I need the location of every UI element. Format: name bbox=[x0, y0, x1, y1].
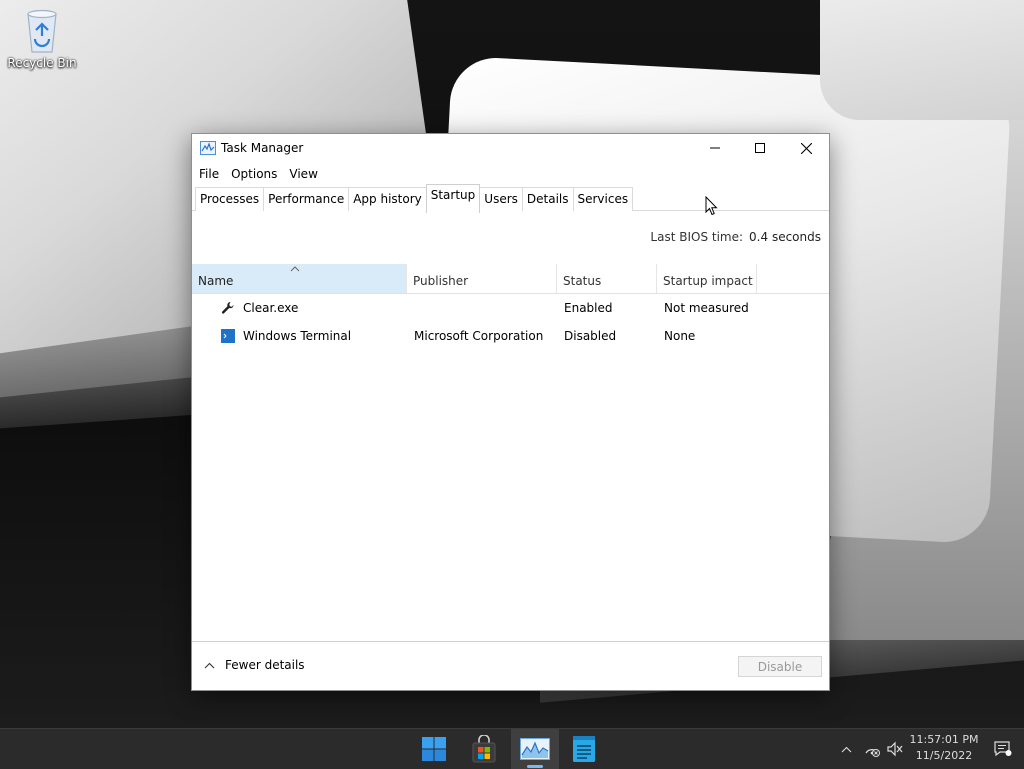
column-header-name[interactable]: Name bbox=[192, 264, 407, 293]
maximize-button[interactable] bbox=[737, 134, 783, 162]
close-button[interactable] bbox=[783, 134, 829, 162]
fewer-details-toggle[interactable]: Fewer details bbox=[204, 658, 305, 672]
bios-time: Last BIOS time: 0.4 seconds bbox=[650, 230, 821, 244]
menu-view[interactable]: View bbox=[283, 164, 323, 186]
row-name: Clear.exe bbox=[243, 301, 299, 315]
title-bar[interactable]: Task Manager bbox=[192, 134, 829, 162]
table-row[interactable]: Clear.exe Enabled Not measured bbox=[192, 294, 829, 322]
windows-terminal-icon bbox=[221, 329, 235, 343]
fewer-details-label: Fewer details bbox=[225, 658, 305, 672]
network-status-button[interactable] bbox=[860, 729, 884, 769]
column-header-status[interactable]: Status bbox=[557, 264, 657, 293]
row-status: Disabled bbox=[564, 329, 617, 343]
tab-bar: Processes Performance App history Startu… bbox=[192, 184, 829, 213]
minimize-icon bbox=[710, 147, 720, 149]
speaker-icon bbox=[887, 741, 903, 757]
notifications-button[interactable] bbox=[990, 729, 1016, 769]
close-icon bbox=[800, 142, 812, 154]
microsoft-store-icon bbox=[472, 735, 496, 763]
taskbar: 11:57:01 PM 11/5/2022 bbox=[0, 728, 1024, 769]
menu-options[interactable]: Options bbox=[225, 164, 283, 186]
bios-time-label: Last BIOS time: bbox=[650, 230, 744, 244]
taskbar-microsoft-store[interactable] bbox=[460, 729, 508, 769]
recycle-bin-label: Recycle Bin bbox=[7, 56, 77, 70]
bios-time-value: 0.4 seconds bbox=[749, 230, 821, 244]
tab-startup[interactable]: Startup bbox=[425, 184, 481, 213]
chevron-up-icon bbox=[841, 746, 851, 752]
window-footer: Fewer details Disable bbox=[192, 641, 829, 690]
row-status: Enabled bbox=[564, 301, 613, 315]
taskbar-notepad[interactable] bbox=[560, 729, 608, 769]
start-icon bbox=[422, 737, 446, 761]
tab-users[interactable]: Users bbox=[479, 187, 523, 211]
taskbar-clock[interactable]: 11:57:01 PM 11/5/2022 bbox=[904, 732, 984, 764]
disable-button[interactable]: Disable bbox=[738, 656, 822, 677]
table-row[interactable]: Windows Terminal Microsoft Corporation D… bbox=[192, 322, 829, 350]
minimize-button[interactable] bbox=[692, 134, 738, 162]
startup-table: Name Publisher Status Startup impact Cle… bbox=[192, 264, 829, 350]
volume-button[interactable] bbox=[884, 729, 906, 769]
network-icon bbox=[865, 749, 880, 757]
recycle-bin-icon bbox=[27, 9, 57, 53]
taskbar-task-manager[interactable] bbox=[511, 729, 559, 769]
mouse-cursor-icon bbox=[705, 196, 718, 216]
row-name: Windows Terminal bbox=[243, 329, 352, 343]
task-manager-icon bbox=[520, 738, 550, 760]
maximize-icon bbox=[755, 143, 765, 153]
notification-icon bbox=[994, 741, 1012, 757]
tab-processes[interactable]: Processes bbox=[195, 187, 265, 211]
wrench-icon bbox=[221, 302, 234, 314]
column-header-name-label: Name bbox=[198, 274, 234, 288]
chevron-up-icon bbox=[204, 662, 215, 668]
sort-ascending-icon bbox=[290, 266, 300, 272]
row-publisher: Microsoft Corporation bbox=[414, 329, 544, 343]
notepad-icon bbox=[573, 736, 595, 762]
tab-details[interactable]: Details bbox=[521, 187, 574, 211]
window-title: Task Manager bbox=[221, 141, 304, 155]
tab-app-history[interactable]: App history bbox=[348, 187, 427, 211]
column-header-publisher[interactable]: Publisher bbox=[407, 264, 557, 293]
menu-bar: File Options View bbox=[192, 164, 324, 186]
table-header: Name Publisher Status Startup impact bbox=[192, 264, 829, 294]
show-hidden-icons-button[interactable] bbox=[836, 729, 856, 769]
desktop-icon-recycle-bin[interactable]: Recycle Bin bbox=[6, 6, 78, 70]
tab-performance[interactable]: Performance bbox=[263, 187, 350, 211]
taskbar-start-button[interactable] bbox=[410, 729, 458, 769]
column-header-startup-impact[interactable]: Startup impact bbox=[657, 264, 757, 293]
task-manager-window: Task Manager File Options View Processes… bbox=[191, 133, 830, 691]
menu-file[interactable]: File bbox=[192, 164, 225, 186]
row-startup-impact: Not measured bbox=[664, 301, 749, 315]
clock-date: 11/5/2022 bbox=[915, 749, 973, 762]
task-manager-app-icon bbox=[200, 141, 216, 155]
row-startup-impact: None bbox=[664, 329, 696, 343]
clock-time: 11:57:01 PM bbox=[909, 733, 979, 746]
tab-services[interactable]: Services bbox=[572, 187, 634, 211]
